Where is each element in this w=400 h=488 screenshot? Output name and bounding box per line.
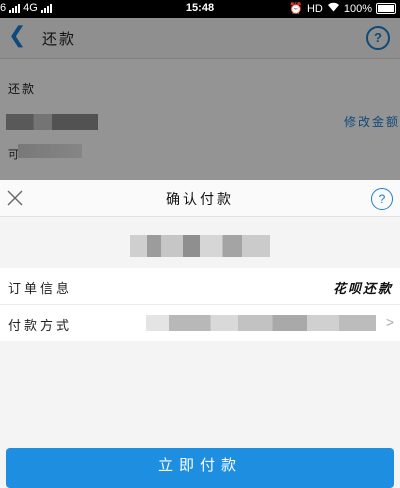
help-icon[interactable]: ? xyxy=(371,188,393,210)
payment-method-row[interactable]: 付款方式 > xyxy=(0,305,400,341)
order-info-value: 花呗还款 xyxy=(332,282,393,297)
sheet-header: 确认付款 ? xyxy=(0,180,400,217)
alarm-icon: ⏰ xyxy=(289,3,303,15)
hd-label: HD xyxy=(306,2,323,15)
wifi-icon xyxy=(327,2,340,15)
chevron-right-icon: > xyxy=(385,314,394,330)
payment-method-redacted xyxy=(146,315,376,331)
payment-amount-redacted xyxy=(130,235,270,257)
status-bar: 6 4G 15:48 ⏰ HD 100% xyxy=(0,0,400,18)
battery-percent: 100% xyxy=(343,2,372,15)
sheet-title: 确认付款 xyxy=(166,192,234,208)
order-info-row: 订单信息 花呗还款 xyxy=(0,268,400,305)
order-info-label: 订单信息 xyxy=(8,282,73,297)
battery-icon xyxy=(376,3,396,14)
status-right: ⏰ HD 100% xyxy=(289,2,396,15)
payment-method-label: 付款方式 xyxy=(8,319,73,334)
pay-now-button[interactable]: 立即付款 xyxy=(6,448,394,488)
confirm-payment-sheet: 确认付款 ? 订单信息 花呗还款 付款方式 > 立即付款 xyxy=(0,180,400,488)
